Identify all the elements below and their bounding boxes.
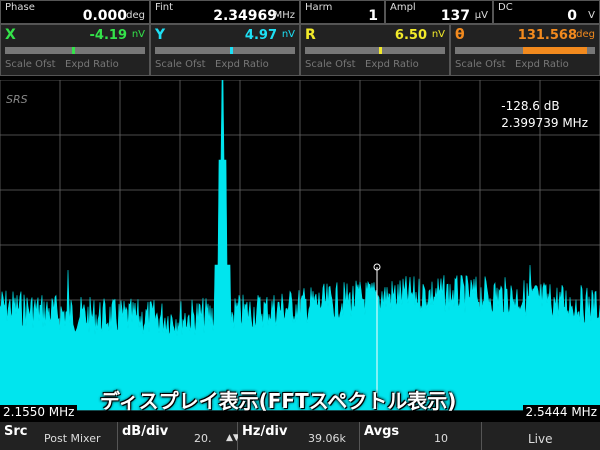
- dbdiv-value: 20.: [194, 432, 212, 445]
- channel-r-value: 6.50: [394, 28, 427, 43]
- channel-theta-expd[interactable]: Expd Ratio: [515, 59, 569, 70]
- fint-unit: MHz: [273, 10, 295, 21]
- channel-r-marker: [378, 47, 382, 54]
- channel-y-panel[interactable]: Y 4.97 nV Scale Ofst Expd Ratio: [150, 24, 300, 76]
- live-label: Live: [528, 432, 553, 446]
- channel-x-marker: [71, 47, 75, 54]
- fint-value: 2.34969: [213, 8, 277, 24]
- harm-value: 1: [368, 8, 378, 24]
- ampl-cell[interactable]: Ampl 137 µV: [385, 0, 493, 24]
- ampl-value: 137: [440, 8, 470, 24]
- channel-r-bar: [305, 47, 445, 54]
- channel-y-value: 4.97: [244, 28, 277, 43]
- cursor-db-value: -128.6 dB: [501, 99, 560, 113]
- channel-x-value: -4.19: [89, 28, 127, 43]
- dbdiv-label: dB/div: [122, 424, 169, 439]
- dc-value: 0: [567, 8, 577, 24]
- srs-logo: SRS: [6, 93, 28, 106]
- ampl-unit: µV: [474, 10, 488, 21]
- channel-theta-scale[interactable]: Scale Ofst: [455, 59, 506, 70]
- channel-y-expd[interactable]: Expd Ratio: [215, 59, 269, 70]
- channel-theta-panel[interactable]: θ 131.568 deg Scale Ofst Expd Ratio: [450, 24, 600, 76]
- channel-x-label: X: [5, 27, 16, 43]
- top-parameter-row: Phase 0.000 deg Fint 2.34969 MHz Harm 1 …: [0, 0, 600, 24]
- avgs-button[interactable]: Avgs 10: [360, 422, 482, 450]
- channel-x-unit: nV: [131, 29, 145, 40]
- channel-y-bar: [155, 47, 295, 54]
- caption-overlay: ディスプレイ表示(FFTスペクトル表示): [100, 389, 457, 413]
- channel-theta-unit: deg: [576, 29, 595, 40]
- avgs-value: 10: [434, 432, 448, 445]
- fint-cell[interactable]: Fint 2.34969 MHz: [150, 0, 300, 24]
- phase-unit: deg: [126, 10, 145, 21]
- phase-label: Phase: [5, 2, 35, 13]
- channel-r-expd[interactable]: Expd Ratio: [365, 59, 419, 70]
- dbdiv-button[interactable]: dB/div 20. ▲▼: [118, 422, 240, 450]
- cursor-readout: -128.6 dB 2.399739 MHz: [501, 98, 588, 132]
- src-value: Post Mixer: [44, 432, 101, 445]
- channel-panels: X -4.19 nV Scale Ofst Expd Ratio Y 4.97 …: [0, 24, 600, 76]
- channel-theta-value: 131.568: [517, 28, 577, 43]
- channel-r-unit: nV: [431, 29, 445, 40]
- dc-label: DC: [498, 2, 513, 13]
- channel-y-marker: [230, 47, 234, 54]
- channel-r-panel[interactable]: R 6.50 nV Scale Ofst Expd Ratio: [300, 24, 450, 76]
- channel-theta-label: θ: [455, 27, 465, 43]
- harm-label: Harm: [305, 2, 333, 13]
- freq-start-label: 2.1550 MHz: [0, 405, 78, 421]
- channel-y-label: Y: [155, 27, 166, 43]
- src-label: Src: [4, 424, 28, 439]
- channel-x-expd[interactable]: Expd Ratio: [65, 59, 119, 70]
- channel-r-scale[interactable]: Scale Ofst: [305, 59, 356, 70]
- dc-cell[interactable]: DC 0 V: [493, 0, 600, 24]
- phase-cell[interactable]: Phase 0.000 deg: [0, 0, 150, 24]
- dc-unit: V: [588, 10, 595, 21]
- channel-theta-marker: [523, 47, 588, 54]
- channel-r-label: R: [305, 27, 316, 43]
- hzdiv-value: 39.06k: [308, 432, 346, 445]
- channel-x-panel[interactable]: X -4.19 nV Scale Ofst Expd Ratio: [0, 24, 150, 76]
- channel-y-scale[interactable]: Scale Ofst: [155, 59, 206, 70]
- fint-label: Fint: [155, 2, 174, 13]
- channel-y-unit: nV: [281, 29, 295, 40]
- bottom-toolbar: Src Post Mixer dB/div 20. ▲▼ Hz/div 39.0…: [0, 422, 600, 450]
- ampl-label: Ampl: [390, 2, 416, 13]
- hzdiv-label: Hz/div: [242, 424, 288, 439]
- phase-value: 0.000: [82, 8, 127, 24]
- hzdiv-button[interactable]: Hz/div 39.06k: [238, 422, 360, 450]
- harm-cell[interactable]: Harm 1: [300, 0, 385, 24]
- cursor-freq-value: 2.399739 MHz: [501, 116, 588, 130]
- channel-x-bar: [5, 47, 145, 54]
- channel-x-scale[interactable]: Scale Ofst: [5, 59, 56, 70]
- live-button[interactable]: Live: [482, 422, 600, 450]
- avgs-label: Avgs: [364, 424, 400, 439]
- freq-end-label: 2.5444 MHz: [522, 405, 600, 421]
- src-button[interactable]: Src Post Mixer: [0, 422, 118, 450]
